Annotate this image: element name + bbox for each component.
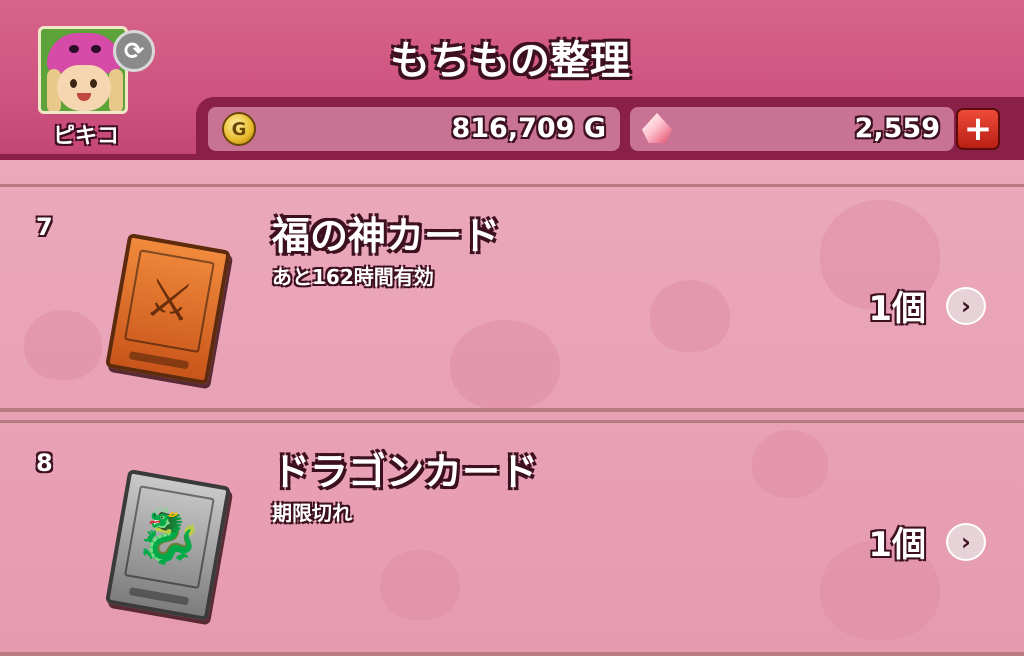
card-orange-icon: ⚔ [104,233,232,385]
gold-display: G 816,709 G [208,107,620,151]
player-avatar[interactable] [38,26,128,114]
list-item[interactable]: 8 🐉 ドラゴンカード 期限切れ 1個 › [0,420,1024,656]
gold-coin-icon: G [222,112,256,146]
item-name: 福の神カード [272,214,501,258]
avatar-face [57,65,111,111]
item-status: あと162時間有効 [272,265,434,289]
gem-value: 2,559 [854,113,940,144]
item-count: 1個 [868,525,926,565]
gem-icon [642,113,672,143]
gold-value: 816,709 G [451,113,606,144]
item-index: 7 [36,213,53,241]
chevron-right-icon[interactable]: › [946,523,986,561]
header-bar: ⟳ ピキコ もちもの整理 G 816,709 G 2,559 + [0,0,1024,161]
item-index: 8 [36,449,53,477]
chevron-right-icon[interactable]: › [946,287,986,325]
page-title: もちもの整理 [390,38,630,84]
player-name: ピキコ [52,124,119,149]
item-name: ドラゴンカード [272,450,539,494]
refresh-icon[interactable]: ⟳ [113,30,155,72]
card-gray-dragon-icon: 🐉 [104,469,232,621]
list-item[interactable]: 7 ⚔ 福の神カード あと162時間有効 1個 › [0,184,1024,412]
gem-display: 2,559 [630,107,954,151]
item-status: 期限切れ [272,501,352,525]
add-gems-button[interactable]: + [956,108,1000,150]
item-count: 1個 [868,289,926,329]
